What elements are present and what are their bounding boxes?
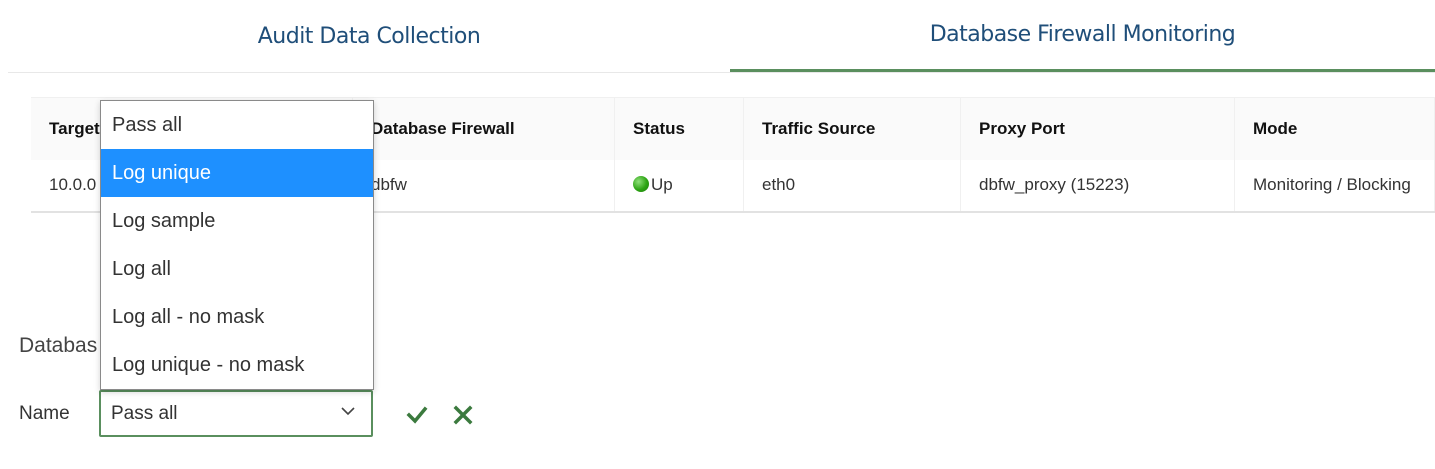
name-label: Name — [19, 403, 70, 424]
cell-proxy-port: dbfw_proxy (15223) — [960, 159, 1235, 212]
select-value: Pass all — [111, 402, 178, 424]
option-log-unique-no-mask[interactable]: Log unique - no mask — [101, 341, 373, 389]
option-log-sample[interactable]: Log sample — [101, 197, 373, 245]
policy-dropdown-menu: Pass all Log unique Log sample Log all L… — [100, 100, 374, 390]
policy-select[interactable]: Pass all — [99, 390, 373, 437]
cell-mode: Monitoring / Blocking — [1234, 159, 1435, 212]
tab-database-firewall-monitoring[interactable]: Database Firewall Monitoring — [730, 0, 1435, 72]
cell-status: Up — [614, 159, 744, 212]
cell-database-firewall: dbfw — [352, 159, 615, 212]
status-text: Up — [651, 175, 673, 194]
header-status[interactable]: Status — [614, 97, 744, 160]
option-log-unique[interactable]: Log unique — [101, 149, 373, 197]
option-log-all-no-mask[interactable]: Log all - no mask — [101, 293, 373, 341]
status-up-icon — [633, 176, 649, 192]
option-log-all[interactable]: Log all — [101, 245, 373, 293]
chevron-down-icon — [341, 407, 355, 416]
header-mode[interactable]: Mode — [1234, 97, 1435, 160]
tab-audit-data-collection[interactable]: Audit Data Collection — [8, 0, 730, 72]
checkmark-icon[interactable] — [406, 404, 428, 426]
header-traffic-source[interactable]: Traffic Source — [743, 97, 961, 160]
option-pass-all[interactable]: Pass all — [101, 101, 373, 149]
close-icon[interactable] — [452, 404, 474, 426]
tab-label: Audit Data Collection — [257, 23, 481, 49]
header-proxy-port[interactable]: Proxy Port — [960, 97, 1235, 160]
section-title: Databas — [19, 334, 98, 357]
header-database-firewall[interactable]: Database Firewall — [352, 97, 615, 160]
tab-bar: Audit Data Collection Database Firewall … — [8, 0, 1435, 73]
tab-label: Database Firewall Monitoring — [929, 22, 1236, 47]
cell-traffic-source: eth0 — [743, 159, 961, 212]
